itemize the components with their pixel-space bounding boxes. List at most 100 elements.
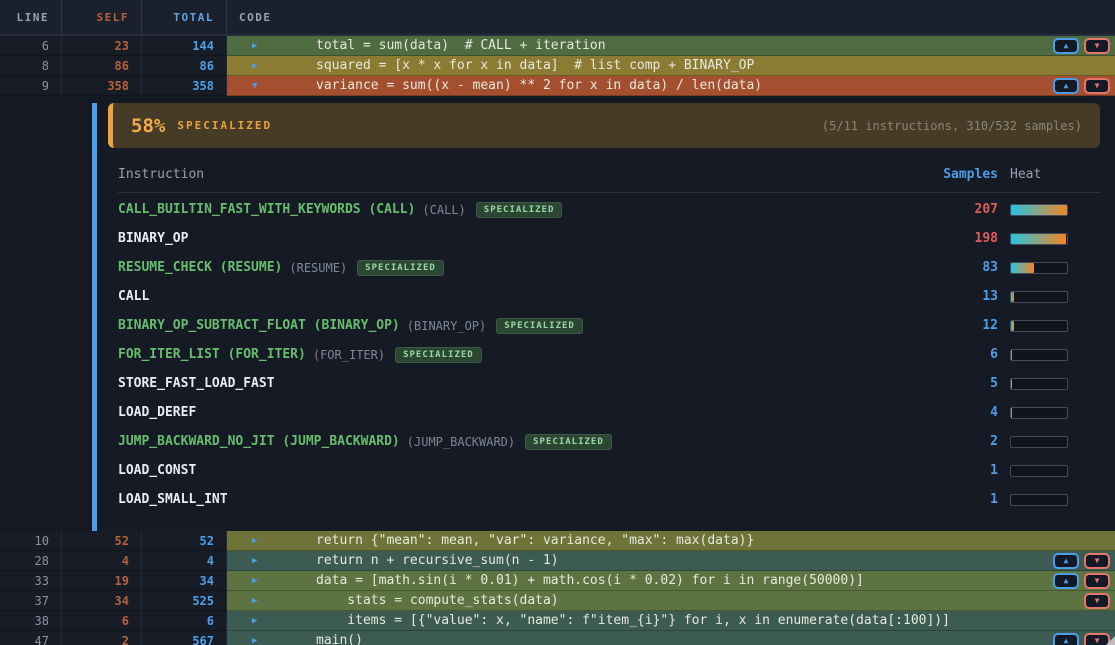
- instruction-row: LOAD_CONST 1: [97, 456, 1115, 485]
- move-up-button[interactable]: ▲: [1053, 633, 1079, 645]
- instruction-samples: 5: [918, 376, 998, 391]
- code-line-row: 8 86 86 ▶ squared = [x * x for x in data…: [0, 56, 1115, 76]
- heat-bar: [1010, 204, 1068, 216]
- instruction-samples: 12: [918, 318, 998, 333]
- heat-bar-fill: [1011, 379, 1012, 389]
- line-number: 9: [0, 76, 62, 96]
- move-down-button[interactable]: ▼: [1084, 553, 1110, 569]
- expand-arrow-icon[interactable]: ▶: [252, 636, 316, 645]
- expand-arrow-icon[interactable]: ▼: [252, 81, 316, 91]
- specialization-meta: (5/11 instructions, 310/532 samples): [822, 119, 1082, 133]
- self-samples: 23: [62, 36, 142, 56]
- expand-arrow-icon[interactable]: ▶: [252, 61, 316, 71]
- heat-bar: [1010, 378, 1068, 390]
- instruction-name-group: LOAD_DEREF: [118, 405, 918, 420]
- expand-arrow-icon[interactable]: ▶: [252, 616, 316, 626]
- column-header-samples[interactable]: Samples: [918, 167, 998, 182]
- code-line-row: 33 19 34 ▶ data = [math.sin(i * 0.01) + …: [0, 571, 1115, 591]
- instruction-samples: 83: [918, 260, 998, 275]
- heat-bar-fill: [1011, 263, 1034, 273]
- total-samples: 34: [142, 571, 227, 591]
- code-line-row: 37 34 525 ▶ stats = compute_stats(data) …: [0, 591, 1115, 611]
- line-number: 38: [0, 611, 62, 631]
- expand-arrow-icon[interactable]: ▶: [252, 41, 316, 51]
- code-text: return {"mean": mean, "var": variance, "…: [316, 533, 754, 548]
- instruction-family: (CALL): [422, 203, 465, 217]
- heat-cell: [998, 407, 1100, 419]
- specialized-badge: SPECIALIZED: [476, 202, 563, 218]
- instruction-name-group: JUMP_BACKWARD_NO_JIT (JUMP_BACKWARD) (JU…: [118, 434, 918, 450]
- instruction-name: LOAD_CONST: [118, 463, 196, 478]
- instruction-row: CALL 13: [97, 282, 1115, 311]
- instruction-name-group: LOAD_SMALL_INT: [118, 492, 918, 507]
- code-line-row: 6 23 144 ▶ total = sum(data) # CALL + it…: [0, 36, 1115, 56]
- heat-bar-fill: [1011, 234, 1066, 244]
- instruction-name: LOAD_DEREF: [118, 405, 196, 420]
- column-header-code: CODE: [227, 0, 1115, 34]
- heat-bar: [1010, 320, 1068, 332]
- move-down-button[interactable]: ▼: [1084, 573, 1110, 589]
- instruction-family: (BINARY_OP): [407, 319, 486, 333]
- heat-bar: [1010, 465, 1068, 477]
- expanded-instruction-panel: 58% SPECIALIZED (5/11 instructions, 310/…: [92, 103, 1115, 531]
- instruction-name: LOAD_SMALL_INT: [118, 492, 228, 507]
- heat-cell: [998, 262, 1100, 274]
- self-samples: 358: [62, 76, 142, 96]
- code-cell[interactable]: ▶ main() ▲ ▼: [227, 631, 1115, 645]
- instruction-name-group: FOR_ITER_LIST (FOR_ITER) (FOR_ITER) SPEC…: [118, 347, 918, 363]
- self-samples: 6: [62, 611, 142, 631]
- rank-buttons: ▲ ▼: [1053, 38, 1110, 54]
- instruction-samples: 6: [918, 347, 998, 362]
- move-up-button[interactable]: ▲: [1053, 573, 1079, 589]
- self-samples: 2: [62, 631, 142, 645]
- move-up-button[interactable]: ▲: [1053, 78, 1079, 94]
- specialized-label: SPECIALIZED: [177, 119, 272, 132]
- move-up-button[interactable]: ▲: [1053, 553, 1079, 569]
- code-cell[interactable]: ▶ return {"mean": mean, "var": variance,…: [227, 531, 1115, 551]
- move-up-button[interactable]: ▲: [1053, 38, 1079, 54]
- code-text: main(): [316, 633, 363, 645]
- heat-bar: [1010, 233, 1068, 245]
- instruction-name-group: STORE_FAST_LOAD_FAST: [118, 376, 918, 391]
- instruction-name-group: BINARY_OP_SUBTRACT_FLOAT (BINARY_OP) (BI…: [118, 318, 918, 334]
- instruction-family: (RESUME): [289, 261, 347, 275]
- total-samples: 52: [142, 531, 227, 551]
- code-cell[interactable]: ▶ data = [math.sin(i * 0.01) + math.cos(…: [227, 571, 1115, 591]
- resize-handle[interactable]: [1106, 636, 1115, 645]
- code-cell[interactable]: ▼ variance = sum((x - mean) ** 2 for x i…: [227, 76, 1115, 96]
- code-line-row: 9 358 358 ▼ variance = sum((x - mean) **…: [0, 76, 1115, 96]
- code-cell[interactable]: ▶ squared = [x * x for x in data] # list…: [227, 56, 1115, 76]
- expand-arrow-icon[interactable]: ▶: [252, 576, 316, 586]
- code-cell[interactable]: ▶ return n + recursive_sum(n - 1) ▲ ▼: [227, 551, 1115, 571]
- column-header-heat: Heat: [998, 167, 1100, 182]
- column-header-self[interactable]: SELF: [62, 0, 142, 34]
- code-text: return n + recursive_sum(n - 1): [316, 553, 559, 568]
- expand-arrow-icon[interactable]: ▶: [252, 556, 316, 566]
- instruction-name: CALL: [118, 289, 149, 304]
- instruction-name-group: LOAD_CONST: [118, 463, 918, 478]
- expand-arrow-icon[interactable]: ▶: [252, 596, 316, 606]
- line-number: 33: [0, 571, 62, 591]
- code-rows-top: 6 23 144 ▶ total = sum(data) # CALL + it…: [0, 36, 1115, 96]
- code-cell[interactable]: ▶ items = [{"value": x, "name": f"item_{…: [227, 611, 1115, 631]
- code-cell[interactable]: ▶ stats = compute_stats(data) ▼: [227, 591, 1115, 611]
- self-samples: 19: [62, 571, 142, 591]
- code-line-row: 38 6 6 ▶ items = [{"value": x, "name": f…: [0, 611, 1115, 631]
- instruction-samples: 13: [918, 289, 998, 304]
- total-samples: 4: [142, 551, 227, 571]
- code-cell[interactable]: ▶ total = sum(data) # CALL + iteration ▲…: [227, 36, 1115, 56]
- column-header-total[interactable]: TOTAL: [142, 0, 227, 34]
- instruction-row: JUMP_BACKWARD_NO_JIT (JUMP_BACKWARD) (JU…: [97, 427, 1115, 456]
- move-down-button[interactable]: ▼: [1084, 593, 1110, 609]
- instruction-samples: 198: [918, 231, 998, 246]
- specialized-badge: SPECIALIZED: [395, 347, 482, 363]
- code-rows-bottom: 10 52 52 ▶ return {"mean": mean, "var": …: [0, 531, 1115, 645]
- profiler-window: LINE SELF TOTAL CODE 6 23 144 ▶ total = …: [0, 0, 1115, 645]
- move-down-button[interactable]: ▼: [1084, 78, 1110, 94]
- total-samples: 6: [142, 611, 227, 631]
- move-down-button[interactable]: ▼: [1084, 38, 1110, 54]
- instruction-row: RESUME_CHECK (RESUME) (RESUME) SPECIALIZ…: [97, 253, 1115, 282]
- expand-arrow-icon[interactable]: ▶: [252, 536, 316, 546]
- instruction-samples: 1: [918, 463, 998, 478]
- instruction-table-body: CALL_BUILTIN_FAST_WITH_KEYWORDS (CALL) (…: [97, 193, 1115, 514]
